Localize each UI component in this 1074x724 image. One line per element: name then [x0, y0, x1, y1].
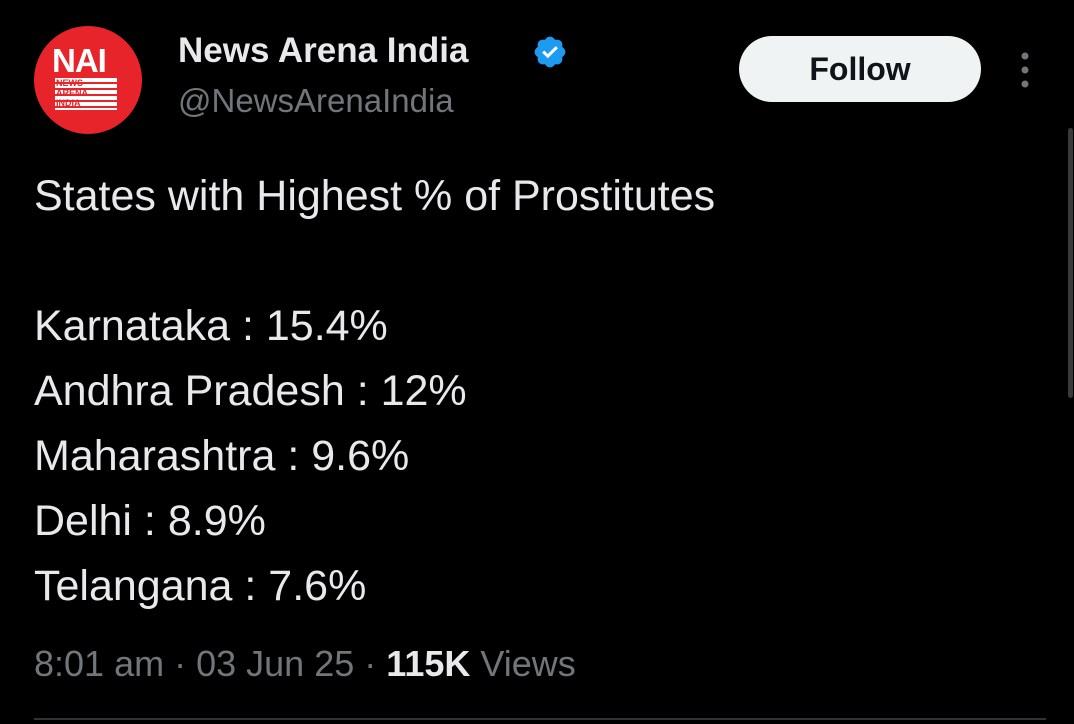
scrollbar[interactable] — [1068, 128, 1073, 398]
tweet-line-andhra-pradesh: Andhra Pradesh : 12% — [34, 367, 467, 415]
tweet-line-karnataka: Karnataka : 15.4% — [34, 302, 388, 350]
tweet-line-maharashtra: Maharashtra : 9.6% — [34, 432, 410, 480]
tweet-text: States with Highest % of Prostitutes Kar… — [34, 164, 1024, 619]
author-avatar[interactable]: NAI NEWS ARENA INDIA — [34, 26, 142, 134]
follow-button[interactable]: Follow — [739, 36, 981, 102]
verified-badge-icon — [534, 36, 566, 68]
meta-separator: · — [364, 643, 377, 684]
author-display-name[interactable]: News Arena India — [178, 30, 468, 72]
avatar-logo-text: NAI — [52, 42, 107, 79]
tweet-line-delhi: Delhi : 8.9% — [34, 497, 266, 545]
tweet-card: NAI NEWS ARENA INDIA News Arena India @N… — [0, 0, 1074, 724]
more-vertical-icon[interactable] — [1010, 48, 1040, 92]
avatar-logo-subtext: NEWS ARENA INDIA — [56, 78, 89, 108]
divider — [34, 718, 1046, 720]
views-count[interactable]: 115K — [386, 643, 470, 684]
tweet-headline: States with Highest % of Prostitutes — [34, 172, 716, 220]
tweet-line-telangana: Telangana : 7.6% — [34, 562, 367, 610]
tweet-meta: 8:01 am · 03 Jun 25 · 115K Views — [34, 640, 576, 688]
author-handle[interactable]: @NewsArenaIndia — [178, 80, 454, 122]
tweet-date[interactable]: 03 Jun 25 — [196, 643, 354, 684]
tweet-time[interactable]: 8:01 am — [34, 643, 164, 684]
meta-separator: · — [174, 643, 187, 684]
views-label: Views — [480, 643, 576, 684]
